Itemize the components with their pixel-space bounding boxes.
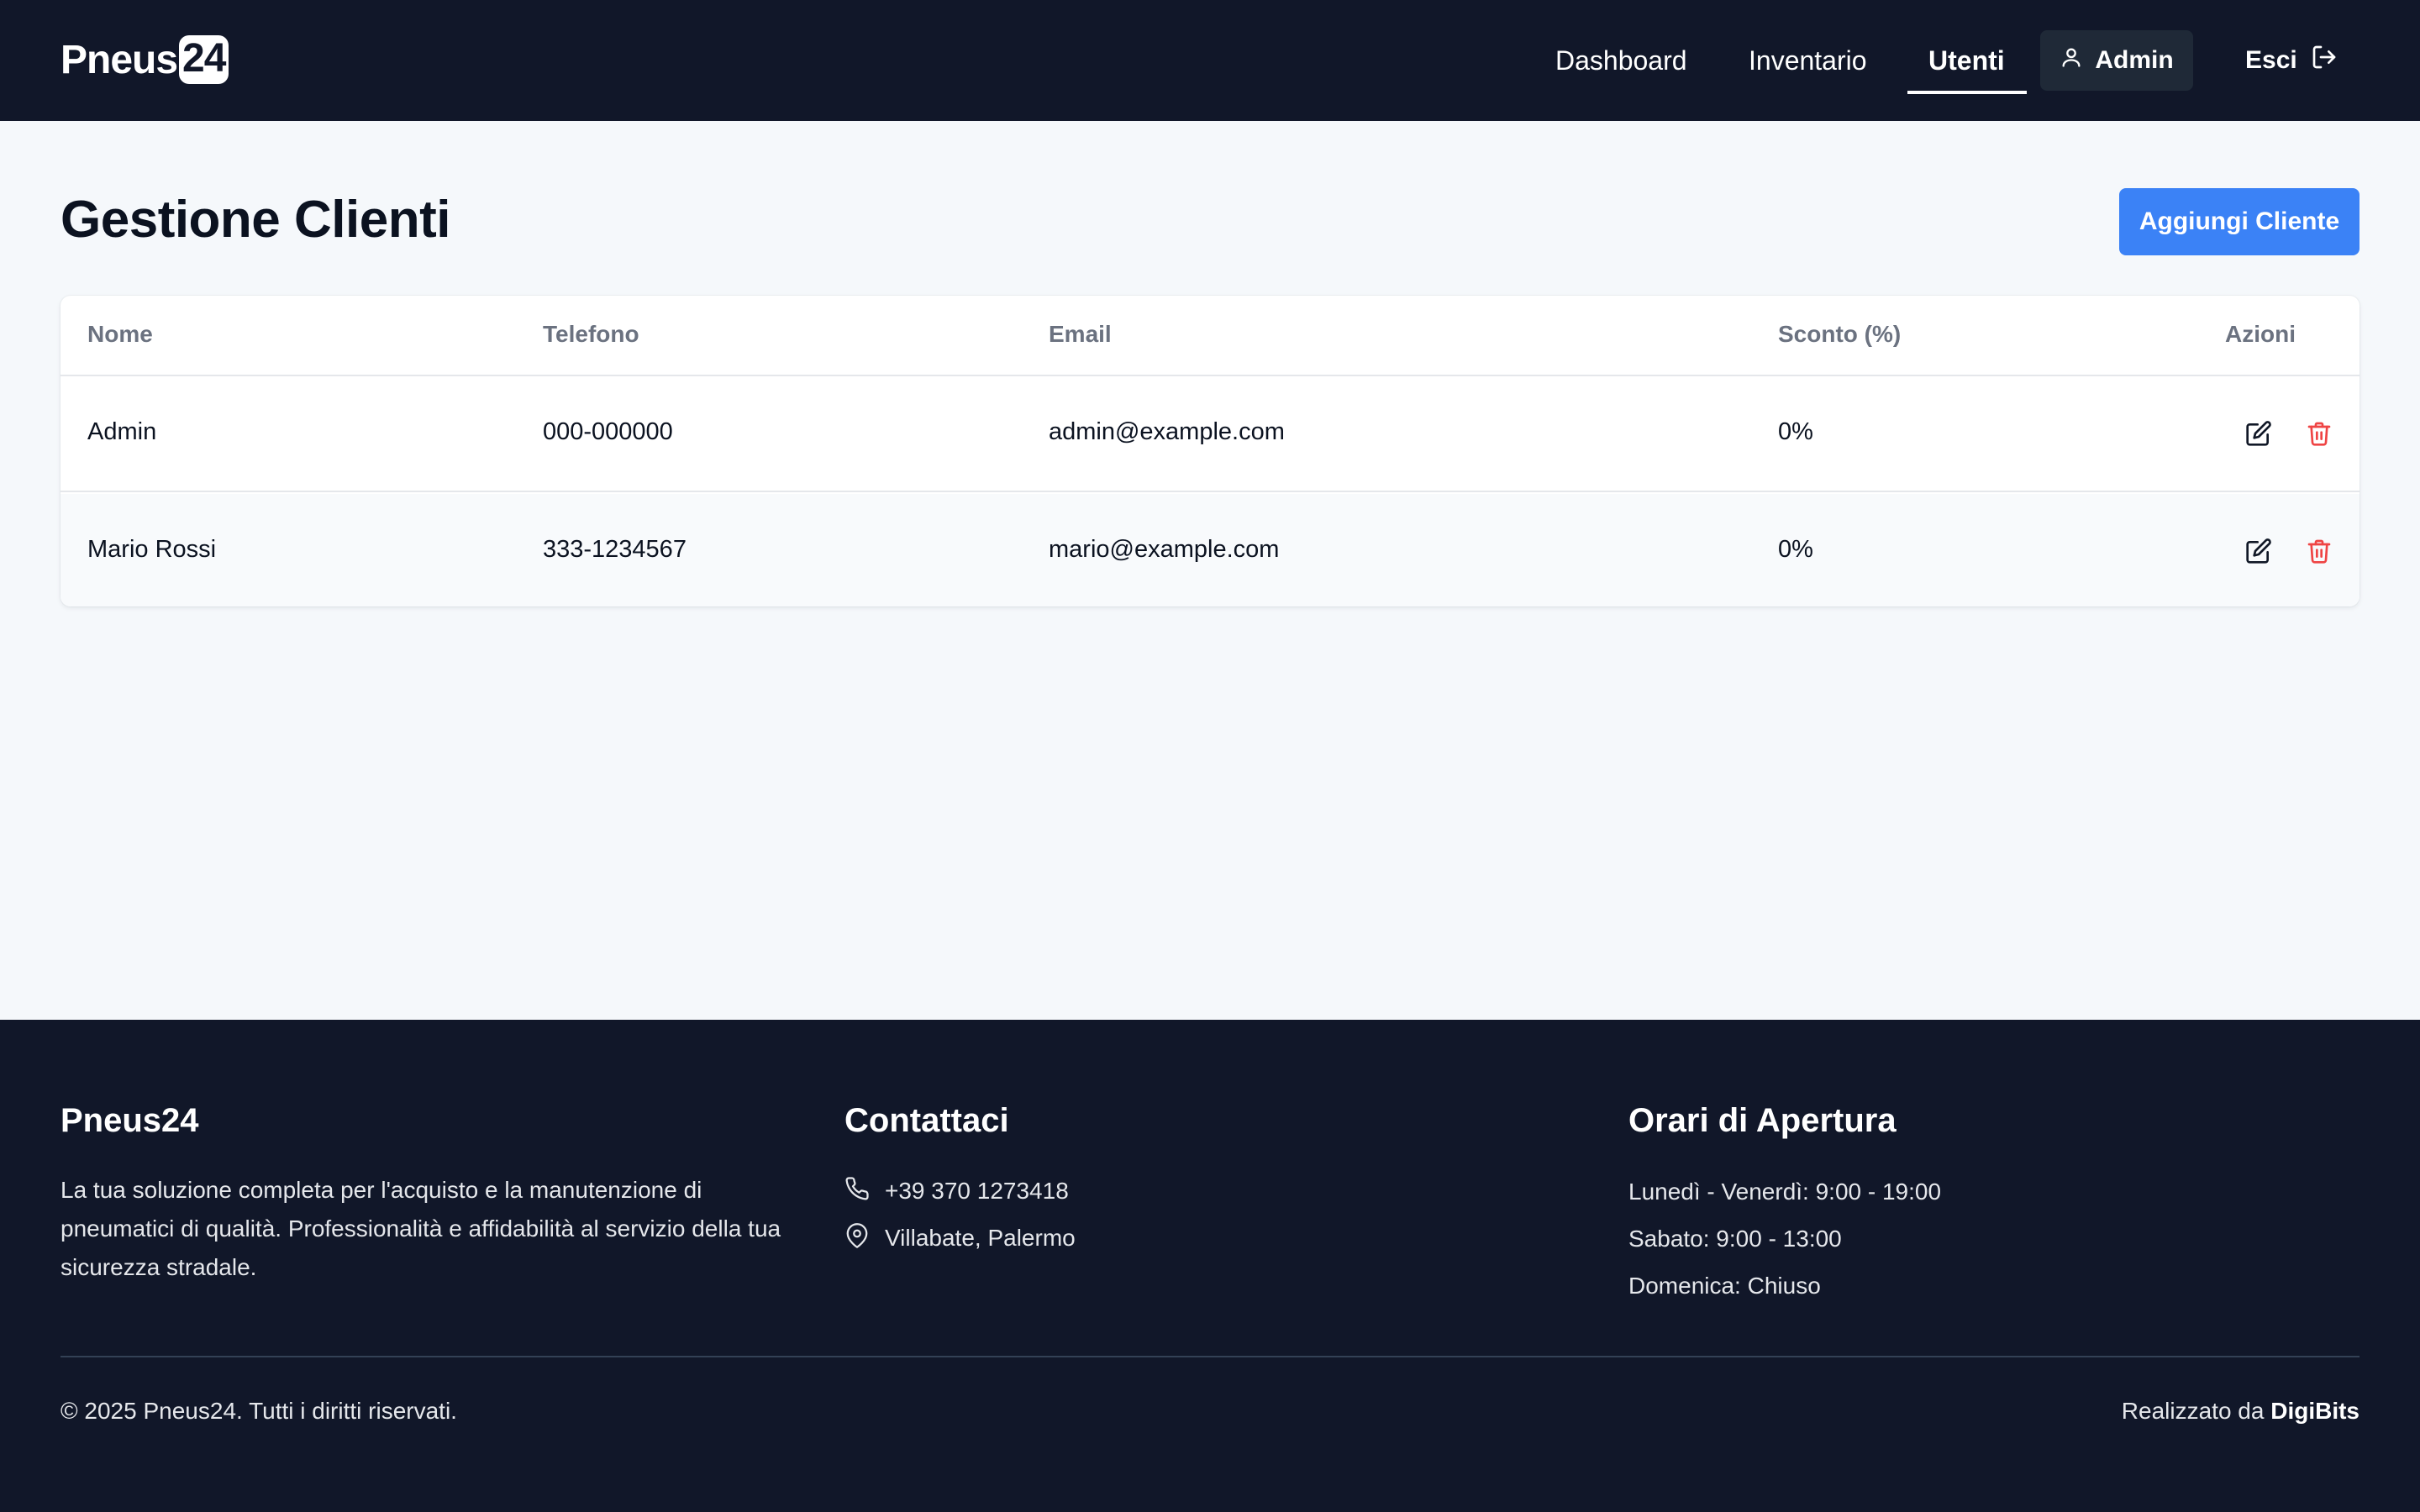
user-menu-button[interactable]: Admin <box>2040 30 2193 91</box>
site-footer: Pneus24 La tua soluzione completa per l'… <box>0 1020 2420 1512</box>
footer-description: La tua soluzione completa per l'acquisto… <box>60 1177 781 1280</box>
cell-sconto: 0% <box>1778 536 1813 563</box>
column-header-telefono: Telefono <box>543 321 639 347</box>
logout-icon <box>2311 44 2338 77</box>
column-header-azioni: Azioni <box>2225 321 2296 347</box>
table-row: Mario Rossi 333-1234567 mario@example.co… <box>60 494 2360 606</box>
logout-label: Esci <box>2245 46 2297 74</box>
footer-hours-sunday: Domenica: Chiuso <box>1628 1273 1821 1299</box>
page-title: Gestione Clienti <box>60 191 450 249</box>
trash-icon[interactable] <box>2302 417 2336 450</box>
phone-icon <box>844 1176 870 1207</box>
top-navbar: Pneus 24 Dashboard Inventario Utenti Admi… <box>0 0 2420 121</box>
cell-telefono: 333-1234567 <box>543 536 687 563</box>
clients-table: Nome Telefono Email Sconto (%) Azioni Ad… <box>60 296 2360 606</box>
cell-telefono: 000-000000 <box>543 418 673 445</box>
footer-contact-title: Contattaci <box>844 1102 1009 1139</box>
cell-nome: Mario Rossi <box>87 536 217 563</box>
cell-email: admin@example.com <box>1049 418 1285 445</box>
table-header: Nome Telefono Email Sconto (%) Azioni <box>60 296 2360 376</box>
brand-logo[interactable]: Pneus 24 <box>60 34 229 86</box>
edit-icon[interactable] <box>2242 417 2275 450</box>
nav-item-utenti[interactable]: Utenti <box>1928 39 2005 82</box>
footer-copyright: © 2025 Pneus24. Tutti i diritti riservat… <box>60 1398 457 1424</box>
cell-sconto: 0% <box>1778 418 1813 445</box>
logout-button[interactable]: Esci <box>2245 39 2338 82</box>
footer-credits-link[interactable]: DigiBits <box>2270 1398 2360 1424</box>
footer-hours-title: Orari di Apertura <box>1628 1102 1897 1139</box>
brand-logo-text: Pneus <box>60 37 178 82</box>
footer-hours-saturday: Sabato: 9:00 - 13:00 <box>1628 1226 1842 1252</box>
column-header-sconto: Sconto (%) <box>1778 321 1902 347</box>
footer-credits: Realizzato da DigiBits <box>2122 1398 2360 1425</box>
footer-phone[interactable]: +39 370 1273418 <box>844 1174 1069 1208</box>
footer-brand-title: Pneus24 <box>60 1102 199 1139</box>
column-header-nome: Nome <box>87 321 153 347</box>
column-header-email: Email <box>1049 321 1112 347</box>
cell-nome: Admin <box>87 418 157 445</box>
trash-icon[interactable] <box>2302 534 2336 568</box>
footer-divider <box>60 1356 2360 1357</box>
nav-item-dashboard[interactable]: Dashboard <box>1555 39 1687 82</box>
footer-address-text: Villabate, Palermo <box>885 1225 1076 1251</box>
cell-email: mario@example.com <box>1049 536 1280 563</box>
footer-address: Villabate, Palermo <box>844 1221 1076 1255</box>
user-icon <box>2060 45 2083 76</box>
map-pin-icon <box>844 1222 870 1254</box>
active-nav-indicator <box>1907 91 2027 94</box>
footer-hours-weekdays: Lunedì - Venerdì: 9:00 - 19:00 <box>1628 1179 1942 1205</box>
footer-phone-text: +39 370 1273418 <box>885 1178 1069 1204</box>
nav-item-inventario[interactable]: Inventario <box>1749 39 1867 82</box>
add-client-button[interactable]: Aggiungi Cliente <box>2119 188 2360 255</box>
footer-credits-prefix: Realizzato da <box>2121 1398 2265 1424</box>
user-menu-label: Admin <box>2095 46 2174 74</box>
edit-icon[interactable] <box>2242 534 2275 568</box>
brand-logo-badge: 24 <box>179 35 229 84</box>
table-row: Admin 000-000000 admin@example.com 0% <box>60 376 2360 492</box>
